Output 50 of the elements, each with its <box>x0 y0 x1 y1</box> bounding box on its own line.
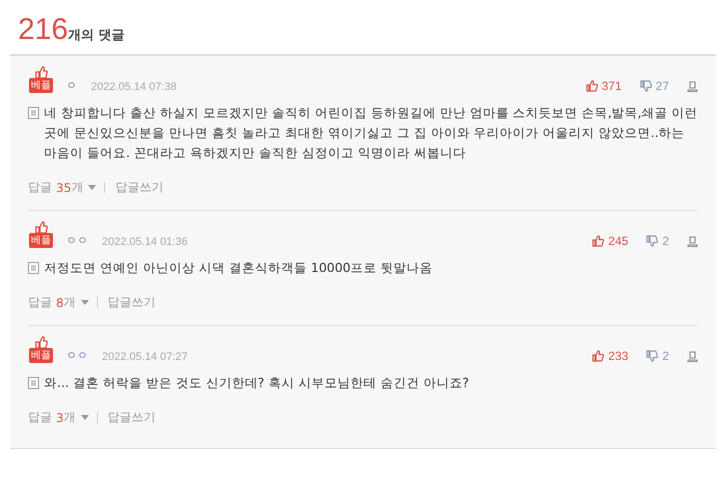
comment-date: 2022.05.14 07:38 <box>91 81 177 93</box>
report-icon[interactable] <box>687 350 698 362</box>
reply-unit[interactable]: 개 <box>64 294 76 311</box>
best-badge: 베플 <box>29 348 53 363</box>
reply-unit[interactable]: 개 <box>64 409 76 426</box>
memo-icon <box>28 262 39 274</box>
reply-label[interactable]: 답글 <box>28 294 52 311</box>
report-icon[interactable] <box>687 80 698 92</box>
thumbs-up-icon[interactable] <box>592 235 604 247</box>
report-icon[interactable] <box>687 236 698 246</box>
nickname[interactable]: ㅇㅇ <box>66 233 88 248</box>
dislike-count: 2 <box>662 349 669 363</box>
reply-count[interactable]: 8 <box>56 296 64 310</box>
thumbs-up-icon[interactable] <box>592 350 604 362</box>
comment-count-label: 개의 댓글 <box>68 27 125 44</box>
dislike-count: 2 <box>662 234 669 248</box>
comment-text: 와... 결혼 허락을 받은 것도 신기한데? 혹시 시부모님한테 숨긴건 아니죠? <box>44 374 469 392</box>
reply-unit[interactable]: 개 <box>71 179 84 196</box>
caret-icon[interactable] <box>80 415 89 420</box>
best-badge: 베플 <box>29 78 53 93</box>
nickname[interactable]: ㅇ <box>66 78 77 93</box>
reply-label[interactable]: 답글 <box>28 409 52 426</box>
thumbs-up-icon[interactable] <box>586 80 598 92</box>
thumbs-down-icon[interactable] <box>646 350 658 362</box>
reply-count[interactable]: 35 <box>56 180 72 194</box>
memo-icon <box>28 377 39 389</box>
thumbs-up-icon <box>34 336 48 348</box>
comment-date: 2022.05.14 07:27 <box>102 351 188 363</box>
best-badge: 베플 <box>29 233 53 248</box>
comment-date: 2022.05.14 01:36 <box>102 236 188 248</box>
reply-count[interactable]: 3 <box>56 410 64 424</box>
thumbs-down-icon[interactable] <box>646 235 658 247</box>
like-count: 245 <box>608 234 628 248</box>
caret-icon[interactable] <box>80 300 89 305</box>
thumbs-down-icon[interactable] <box>640 80 652 92</box>
write-reply-link[interactable]: 답글쓰기 <box>115 179 164 196</box>
like-count: 233 <box>608 349 628 363</box>
comment-text: 네 창피합니다 출산 하실지 모르겠지만 솔직히 어린이집 등하원길에 만난 엄마를 스치듯보면 손목,발목,쇄골 이런곳에 문신있으신분을 만나면 흠칫 놀라고 최대한 엮이기싫고 그 집 아이와 우리아이가 어울리지 않았으면..하는 마음이 들어요. 꼰대라고 욕하겠지만 솔직한 심정이고 익명이라 써봅니다 <box>44 104 698 162</box>
caret-icon[interactable] <box>88 185 96 190</box>
like-count: 371 <box>602 79 622 93</box>
nickname[interactable]: ㅇㅇ <box>66 348 88 363</box>
write-reply-link[interactable]: 답글쓰기 <box>108 409 156 426</box>
dislike-count: 27 <box>656 79 669 93</box>
thumbs-up-icon <box>34 66 48 78</box>
thumbs-up-icon <box>34 221 48 233</box>
memo-icon <box>28 107 39 119</box>
reply-label[interactable]: 답글 <box>28 179 52 196</box>
comment-text: 저정도면 연예인 아닌이상 시댁 결혼식하객들 10000프로 뒷말나옴 <box>44 259 433 277</box>
write-reply-link[interactable]: 답글쓰기 <box>108 294 156 311</box>
comment-count: 216 <box>18 14 68 46</box>
